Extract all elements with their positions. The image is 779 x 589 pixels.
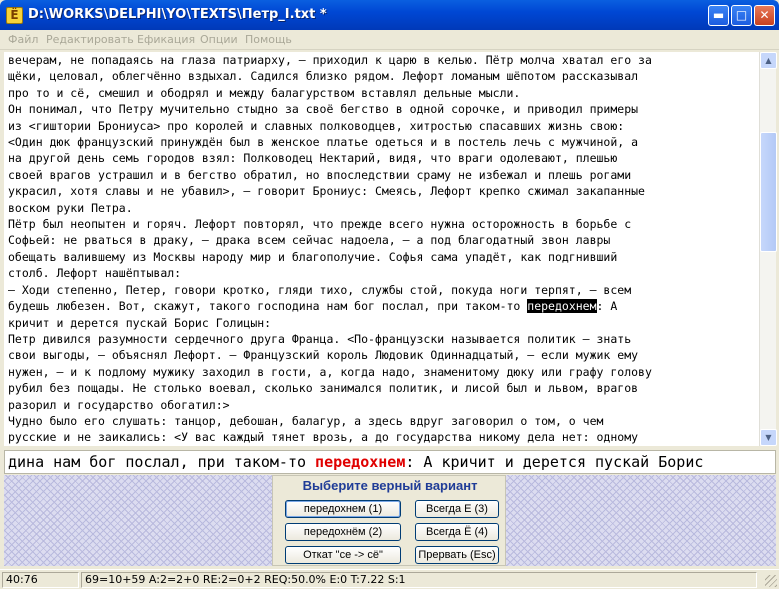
- editor-line: рубил без пощады. Не столько воевал, ско…: [8, 381, 639, 396]
- preview-before: дина нам бог послал, при таком-то: [8, 453, 316, 471]
- minimize-button[interactable]: ▬: [708, 5, 729, 26]
- scroll-down-button[interactable]: ▼: [760, 429, 777, 446]
- menu-yofication[interactable]: Ефикация: [137, 33, 195, 46]
- scroll-up-button[interactable]: ▲: [760, 52, 777, 69]
- preview-word: передохнем: [315, 453, 406, 471]
- editor-line: свои выгоды, – объяснял Лефорт. – Францу…: [8, 348, 639, 363]
- option-1-button[interactable]: передохнем (1): [285, 500, 401, 518]
- rollback-button[interactable]: Откат "се -> сё": [285, 546, 401, 564]
- abort-button[interactable]: Прервать (Esc): [415, 546, 499, 564]
- editor-line: вечерам, не попадаясь на глаза патриарху…: [8, 53, 652, 67]
- app-icon: Ё: [6, 7, 23, 24]
- title-bar[interactable]: Ё D:\WORKS\DELPHI\YO\TEXTS\Петр_I.txt * …: [0, 0, 779, 30]
- editor-line: украсил, хотя славы и не убавил>, – гово…: [8, 184, 645, 199]
- editor-line: обещать валившему из Москвы народу мир и…: [8, 249, 618, 264]
- status-stats: 69=10+59 A:2=2+0 RE:2=0+2 REQ:50.0% E:0 …: [81, 572, 757, 588]
- arrow-down-icon: ▼: [765, 433, 772, 442]
- dialog-title: Выберите верный вариант: [302, 478, 478, 493]
- line-text-after: : А: [596, 299, 618, 314]
- vertical-scrollbar[interactable]: ▲ ▼: [759, 52, 777, 446]
- editor-line: своей врагов устрашил и в бегство обрати…: [8, 167, 632, 182]
- close-icon: ✕: [759, 8, 770, 22]
- status-position: 40:76: [2, 572, 79, 588]
- menu-help[interactable]: Помощь: [245, 33, 292, 46]
- editor-line: Чудно было его слушать: танцор, дебошан,…: [8, 413, 604, 428]
- editor-line: Петр дивился разумности сердечного друга…: [8, 331, 632, 346]
- menu-file[interactable]: Файл: [8, 33, 38, 46]
- editor-line: про то и сё, смешил и ободрял и между ба…: [8, 85, 521, 100]
- editor-line: щёки, целовал, облегчённо вздыхал. Садил…: [8, 69, 639, 84]
- editor-line: на другой день семь городов взял: Полков…: [8, 151, 618, 166]
- option-2-button[interactable]: передохнём (2): [285, 523, 401, 541]
- menu-options[interactable]: Опции: [200, 33, 238, 46]
- highlighted-word: передохнем: [527, 299, 597, 314]
- line-text: будешь любезен. Вот, скажут, такого госп…: [8, 299, 528, 314]
- editor-line: <Один дюк французский принуждён был в же…: [8, 135, 639, 150]
- window-title: D:\WORKS\DELPHI\YO\TEXTS\Петр_I.txt *: [28, 7, 327, 22]
- context-preview: дина нам бог послал, при таком-то передо…: [4, 450, 776, 474]
- editor-line: кричит и дерется пускай Борис Голицын:: [8, 315, 272, 330]
- editor-line: Он понимал, что Петру мучительно стыдно …: [8, 102, 639, 117]
- minimize-icon: ▬: [712, 8, 725, 22]
- menu-edit[interactable]: Редактировать: [46, 33, 134, 46]
- editor-line: Софьей: не рваться в драку, – драка всем…: [8, 233, 611, 248]
- editor-line: нужен, – и к подлому мужику заходил в го…: [8, 364, 652, 379]
- status-bar: 40:76 69=10+59 A:2=2+0 RE:2=0+2 REQ:50.0…: [0, 569, 779, 589]
- maximize-button[interactable]: □: [731, 5, 752, 26]
- editor-line: воском руки Петра.: [8, 200, 133, 215]
- editor-line: разорил и государство обогатил:>: [8, 397, 230, 412]
- close-button[interactable]: ✕: [754, 5, 775, 26]
- arrow-up-icon: ▲: [765, 56, 772, 65]
- editor-line: Пётр был неопытен и горяч. Лефорт повтор…: [8, 217, 632, 232]
- choice-dialog: Выберите верный вариант передохнем (1) В…: [272, 475, 506, 566]
- preview-after: : А кричит и дерется пускай Борис: [405, 453, 704, 471]
- editor-line: – Ходи степенно, Петер, говори кротко, г…: [8, 282, 632, 297]
- resize-grip-icon[interactable]: [765, 575, 777, 587]
- always-e-button[interactable]: Всегда Е (3): [415, 500, 499, 518]
- menu-bar: Файл Редактировать Ефикация Опции Помощь: [0, 30, 779, 50]
- editor-line-current: будешь любезен. Вот, скажут, такого госп…: [8, 298, 755, 314]
- editor-line: столб. Лефорт нашёптывал:: [8, 266, 182, 281]
- maximize-icon: □: [735, 8, 748, 22]
- scroll-thumb[interactable]: [760, 132, 777, 252]
- editor-line: из <гиштории Брониуса> про королей и сла…: [8, 118, 625, 133]
- text-editor[interactable]: вечерам, не попадаясь на глаза патриарху…: [4, 52, 759, 446]
- always-yo-button[interactable]: Всегда Ё (4): [415, 523, 499, 541]
- editor-line: русские и не заикались: <У вас каждый тя…: [8, 430, 639, 445]
